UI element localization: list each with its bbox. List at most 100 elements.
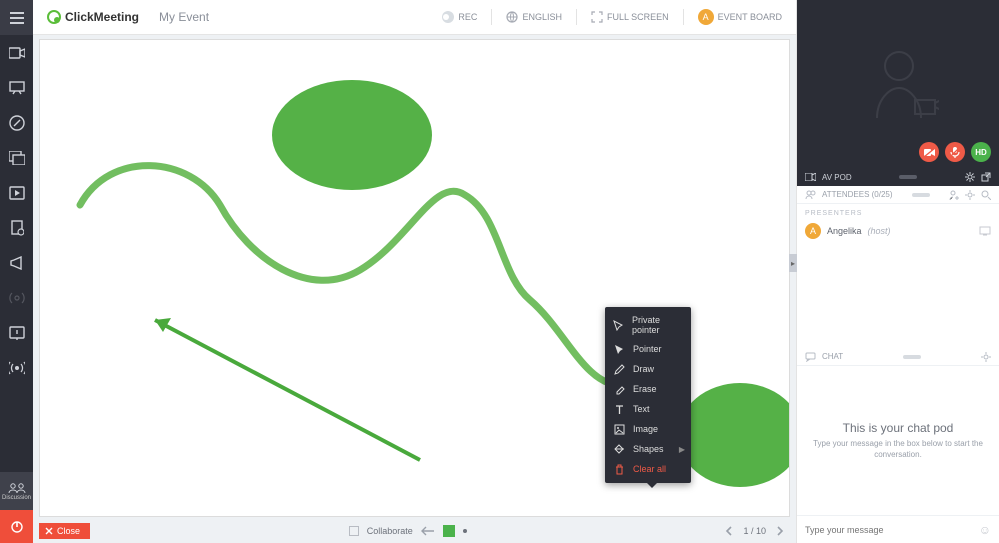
tool-image[interactable]: Image bbox=[605, 419, 691, 439]
text-icon bbox=[613, 403, 625, 415]
popout-icon[interactable] bbox=[981, 172, 991, 182]
fullscreen-button[interactable]: FULL SCREEN bbox=[591, 11, 669, 23]
screenshare-icon bbox=[9, 151, 25, 165]
record-toggle[interactable]: REC bbox=[442, 11, 477, 23]
power-icon bbox=[10, 520, 24, 534]
logo-mark-icon bbox=[47, 10, 61, 24]
megaphone-icon bbox=[9, 256, 25, 270]
sidebar-end-session[interactable] bbox=[0, 510, 33, 543]
gear-icon[interactable] bbox=[965, 190, 975, 200]
close-button[interactable]: Close bbox=[39, 523, 90, 539]
sidebar-tool-announce[interactable] bbox=[0, 245, 33, 280]
separator bbox=[491, 9, 492, 25]
record-label: REC bbox=[458, 12, 477, 22]
menu-button[interactable] bbox=[0, 0, 33, 35]
sidebar-tool-stream[interactable] bbox=[0, 350, 33, 385]
attendee-row[interactable]: A Angelika (host) bbox=[805, 223, 991, 239]
attendees-icon bbox=[805, 190, 816, 199]
sidebar-tool-camera[interactable] bbox=[0, 35, 33, 70]
sidebar-tool-video[interactable] bbox=[0, 175, 33, 210]
tool-label: Draw bbox=[633, 364, 654, 374]
separator bbox=[576, 9, 577, 25]
av-pod-header: AV POD bbox=[797, 168, 999, 186]
top-header: ClickMeeting My Event REC ENGLISH FULL S… bbox=[33, 0, 796, 35]
globe-icon bbox=[506, 11, 518, 23]
tool-draw[interactable]: Draw bbox=[605, 359, 691, 379]
avatar-icon: A bbox=[805, 223, 821, 239]
draw-tools-menu: Private pointer Pointer Draw Erase Text bbox=[605, 307, 691, 483]
sidebar-tool-whiteboard[interactable] bbox=[0, 105, 33, 140]
fullscreen-label: FULL SCREEN bbox=[607, 12, 669, 22]
tool-erase[interactable]: Erase bbox=[605, 379, 691, 399]
tool-label: Pointer bbox=[633, 344, 662, 354]
pod-drag-handle[interactable] bbox=[912, 193, 930, 197]
emoji-button[interactable]: ☺ bbox=[979, 523, 991, 537]
tool-shapes[interactable]: Shapes ▶ bbox=[605, 439, 691, 459]
color-swatch[interactable] bbox=[443, 525, 455, 537]
av-camera-toggle[interactable] bbox=[919, 142, 939, 162]
sidebar-tool-presentation[interactable] bbox=[0, 70, 33, 105]
tool-text[interactable]: Text bbox=[605, 399, 691, 419]
tool-label: Clear all bbox=[633, 464, 666, 474]
attendees-pod: PRESENTERS A Angelika (host) bbox=[797, 204, 999, 348]
pointer-filled-icon bbox=[613, 343, 625, 355]
event-board-link[interactable]: A EVENT BOARD bbox=[698, 9, 782, 25]
shapes-icon bbox=[613, 443, 625, 455]
hamburger-icon bbox=[10, 12, 24, 24]
presenters-label: PRESENTERS bbox=[805, 210, 991, 217]
attendee-name: Angelika bbox=[827, 226, 862, 236]
attendee-monitor-icon bbox=[979, 226, 991, 236]
gear-icon[interactable] bbox=[981, 352, 991, 362]
sidebar-tool-record bbox=[0, 280, 33, 315]
chat-title: CHAT bbox=[822, 352, 843, 361]
record-toggle-icon bbox=[442, 11, 454, 23]
separator bbox=[683, 9, 684, 25]
chat-empty-state: This is your chat pod Type your message … bbox=[797, 366, 999, 515]
stream-icon bbox=[9, 361, 25, 375]
video-small-icon bbox=[805, 173, 816, 181]
next-page-button[interactable] bbox=[776, 526, 784, 536]
chat-input[interactable] bbox=[805, 525, 979, 535]
stroke-size-icon[interactable] bbox=[463, 529, 467, 533]
fullscreen-icon bbox=[591, 11, 603, 23]
tool-label: Image bbox=[633, 424, 658, 434]
logo[interactable]: ClickMeeting bbox=[47, 10, 139, 24]
whiteboard-icon bbox=[9, 115, 25, 131]
brand-name: ClickMeeting bbox=[65, 10, 139, 24]
sidebar-tool-survey[interactable] bbox=[0, 315, 33, 350]
search-icon[interactable] bbox=[981, 190, 991, 200]
language-selector[interactable]: ENGLISH bbox=[506, 11, 562, 23]
sidebar-left: Discussion bbox=[0, 0, 33, 543]
tool-label: Text bbox=[633, 404, 650, 414]
mic-off-icon bbox=[950, 147, 960, 158]
tool-label: Private pointer bbox=[632, 315, 683, 335]
broadcast-icon bbox=[9, 290, 25, 306]
collaborate-checkbox[interactable] bbox=[349, 526, 359, 536]
pod-drag-handle[interactable] bbox=[899, 175, 917, 179]
tool-clear-all[interactable]: Clear all bbox=[605, 459, 691, 479]
tool-pointer[interactable]: Pointer bbox=[605, 339, 691, 359]
trash-icon bbox=[613, 463, 625, 475]
silhouette-icon bbox=[869, 48, 939, 128]
add-user-icon[interactable] bbox=[949, 190, 959, 200]
prev-page-button[interactable] bbox=[725, 526, 733, 536]
sidebar-tool-file[interactable] bbox=[0, 210, 33, 245]
submenu-arrow-icon: ▶ bbox=[679, 445, 685, 454]
undo-icon[interactable] bbox=[421, 526, 435, 536]
event-name: My Event bbox=[159, 10, 209, 24]
discussion-label: Discussion bbox=[2, 495, 31, 501]
tool-private-pointer[interactable]: Private pointer bbox=[605, 311, 691, 339]
sidebar-tool-screenshare[interactable] bbox=[0, 140, 33, 175]
panel-collapse-handle[interactable]: ▸ bbox=[789, 254, 797, 272]
pencil-icon bbox=[613, 363, 625, 375]
gear-icon[interactable] bbox=[965, 172, 975, 182]
tool-label: Erase bbox=[633, 384, 657, 394]
event-board-label: EVENT BOARD bbox=[718, 12, 782, 22]
av-mic-toggle[interactable] bbox=[945, 142, 965, 162]
avatar-icon: A bbox=[698, 9, 714, 25]
pod-drag-handle[interactable] bbox=[903, 355, 921, 359]
hd-label: HD bbox=[975, 148, 987, 157]
av-hd-toggle[interactable]: HD bbox=[971, 142, 991, 162]
image-icon bbox=[613, 423, 625, 435]
sidebar-discussion[interactable]: Discussion bbox=[0, 472, 33, 510]
